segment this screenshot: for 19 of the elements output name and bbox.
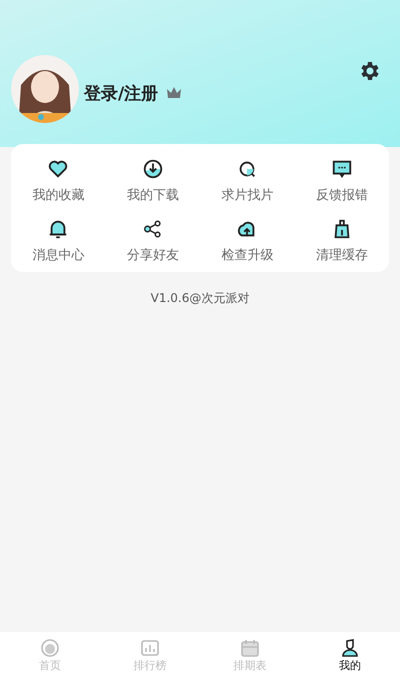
menu-item[interactable]: 消息中心 xyxy=(11,218,106,264)
bell-icon xyxy=(47,218,70,240)
crown-icon xyxy=(166,86,182,100)
menu-item[interactable]: 分享好友 xyxy=(106,218,200,264)
calendar-icon xyxy=(240,638,260,658)
person-icon xyxy=(340,638,360,658)
menu-item[interactable]: 清理缓存 xyxy=(294,218,389,264)
menu-item[interactable]: 反馈报错 xyxy=(294,158,389,204)
menu-item[interactable]: 检查升级 xyxy=(200,218,294,264)
heart-icon xyxy=(47,158,70,180)
menu-item[interactable]: 求片找片 xyxy=(200,158,294,204)
chat-icon xyxy=(330,158,353,180)
version-text: V1.0.6@次元派对 xyxy=(150,290,250,307)
menu-item[interactable]: 我的下载 xyxy=(106,158,200,204)
nav-tab[interactable]: 我的 xyxy=(300,638,400,680)
login-link[interactable]: 登录/注册 xyxy=(84,74,158,104)
chart-icon xyxy=(140,638,160,658)
download-icon xyxy=(142,158,164,180)
menu-item[interactable]: 我的收藏 xyxy=(11,158,106,204)
